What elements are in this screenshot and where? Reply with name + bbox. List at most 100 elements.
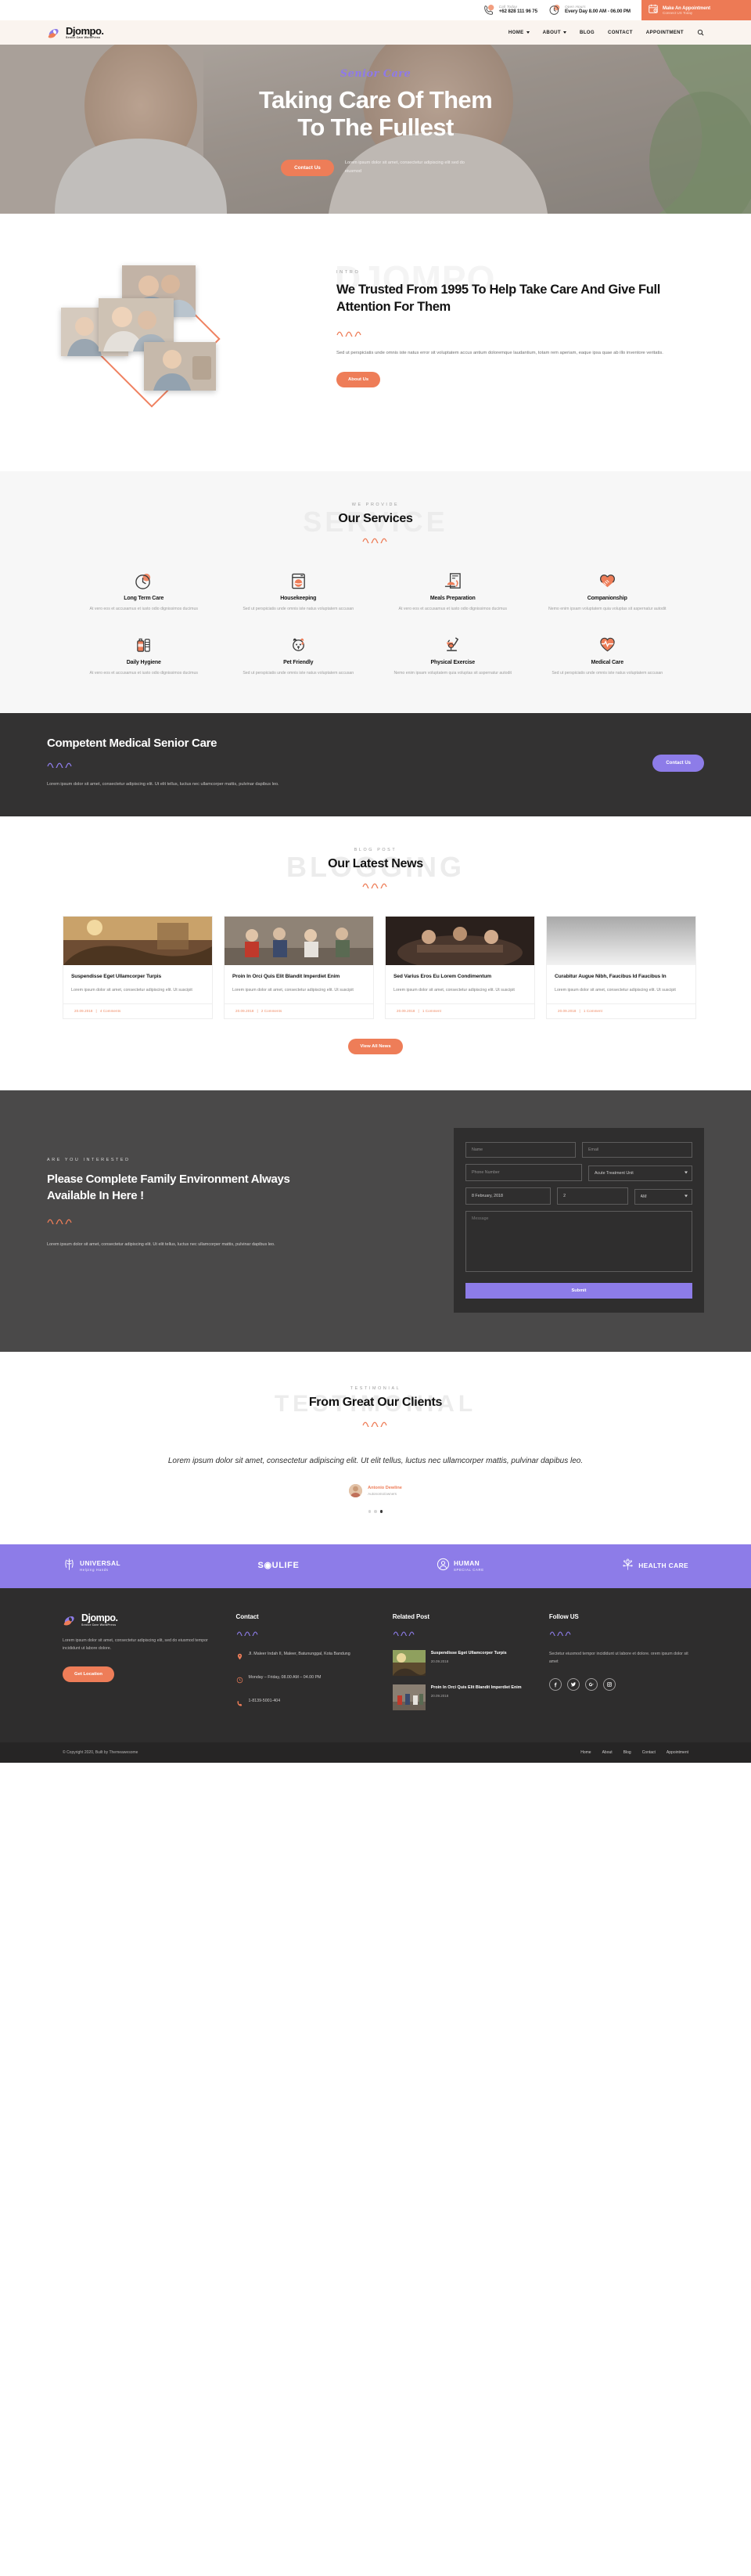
nav-label-home: HOME xyxy=(508,30,524,35)
open-hours-value: Every Day 8.00 AM - 06.00 PM xyxy=(565,9,631,15)
message-textarea[interactable] xyxy=(465,1210,692,1272)
phone-input[interactable] xyxy=(465,1163,582,1181)
hero-section: Senior Care Taking Care Of Them To The F… xyxy=(0,45,751,214)
squiggle-divider xyxy=(236,1626,376,1640)
footer-phone[interactable]: 1-8139-5001-404 xyxy=(249,1697,281,1705)
testimonial-title: From Great Our Clients xyxy=(308,1395,443,1409)
squiggle-divider xyxy=(336,326,704,340)
footer-logo[interactable]: Djompo. Senior Care WordPress xyxy=(63,1613,219,1627)
nav-item-home[interactable]: HOME xyxy=(508,30,530,35)
map-pin-icon xyxy=(236,1650,243,1664)
name-input[interactable] xyxy=(465,1141,576,1158)
blog-card-comments[interactable]: 1 Comment xyxy=(584,1009,602,1013)
copyright-text: © Copyright 2020, Built by Themeawesome xyxy=(63,1749,138,1755)
blog-card-comments[interactable]: 4 Comments xyxy=(100,1009,121,1013)
dark-cta-contact-button[interactable]: Contact Us xyxy=(652,754,704,772)
service-card[interactable]: Housekeeping Sed ut perspiciatis unde om… xyxy=(221,571,376,614)
nav-item-about[interactable]: ABOUT xyxy=(543,30,566,35)
blog-card[interactable]: Sed Varius Eros Eu Lorem Condimentum Lor… xyxy=(385,915,535,1019)
blog-card[interactable]: Proin In Orci Quis Elit Blandit Imperdie… xyxy=(224,915,374,1019)
nav-item-appointment[interactable]: APPOINTMENT xyxy=(646,30,684,35)
treatment-unit-value[interactable] xyxy=(588,1165,692,1181)
partner-human[interactable]: HUMAN SPECIAL CARE xyxy=(437,1558,484,1575)
search-icon[interactable] xyxy=(697,29,704,36)
partner-universal[interactable]: UNIVERSAL Helping Hands xyxy=(63,1558,120,1575)
meridiem-value[interactable] xyxy=(634,1188,693,1205)
meridiem-select[interactable] xyxy=(634,1187,693,1205)
service-card[interactable]: Physical Exercise Nemo enim ipsam volupt… xyxy=(376,635,530,678)
make-appointment-button[interactable]: Make An Appointment Connect US Today xyxy=(641,0,751,20)
partner-name: UNIVERSAL xyxy=(80,1559,120,1568)
service-card[interactable]: Medical Care Sed ut perspiciatis unde om… xyxy=(530,635,685,678)
service-card[interactable]: Companionship Nemo enim ipsam voluptatem… xyxy=(530,571,685,614)
pagination-dot-active[interactable] xyxy=(379,1510,383,1513)
phone-icon xyxy=(483,4,495,16)
blog-card-excerpt: Lorem ipsum dolor sit amet, consectetur … xyxy=(393,988,515,993)
facebook-icon[interactable] xyxy=(548,1678,562,1692)
submit-button[interactable]: Submit xyxy=(465,1282,692,1299)
service-title: Meals Preparation xyxy=(429,596,476,601)
call-today-value[interactable]: +62 828 111 96 75 xyxy=(499,9,538,15)
partner-name: HEALTH CARE xyxy=(638,1562,688,1570)
footer-nav-home[interactable]: Home xyxy=(580,1750,591,1755)
hero-contact-button[interactable]: Contact Us xyxy=(281,159,334,176)
blog-card-date: 20.09.2018 xyxy=(397,1008,415,1013)
blog-card-meta: 20.09.2018 | 1 Comment xyxy=(386,1003,534,1018)
djompo-logo-icon xyxy=(47,26,63,40)
service-card[interactable]: Pet Friendly Sed ut perspiciatis unde om… xyxy=(221,635,376,678)
partner-soulife[interactable]: S◉ULIFE xyxy=(258,1562,300,1570)
related-post-item[interactable]: Proin In Orci Quis Elit Blandit Imperdie… xyxy=(392,1684,532,1710)
service-card[interactable]: Daily Hygiene At vero eos et accusamus e… xyxy=(66,635,221,678)
pagination-dot[interactable] xyxy=(368,1510,372,1513)
nav-item-blog[interactable]: BLOG xyxy=(580,30,595,35)
hero-title-line1: Taking Care Of Them xyxy=(258,86,493,113)
related-post-item[interactable]: Suspendisse Eget Ullamcorper Turpis 20.0… xyxy=(392,1649,532,1676)
blog-card-title: Proin In Orci Quis Elit Blandit Imperdie… xyxy=(232,973,340,979)
appointment-paragraph: Lorem ipsum dolor sit amet, consectetur … xyxy=(47,1242,275,1248)
blog-card[interactable]: Curabitur Augue Nibh, Faucibus Id Faucib… xyxy=(546,915,696,1019)
hour-input[interactable] xyxy=(557,1187,628,1205)
site-logo[interactable]: Djompo. Senior Care WordPress xyxy=(47,26,104,40)
date-input[interactable] xyxy=(465,1187,552,1205)
footer-nav-appointment[interactable]: Appointment xyxy=(667,1750,688,1755)
services-section: SERVICE WE PROVIDE Our Services Long Ter… xyxy=(0,471,751,714)
footer-nav-about[interactable]: About xyxy=(602,1750,613,1755)
treatment-unit-select[interactable] xyxy=(588,1164,692,1181)
service-desc: At vero eos et accusamus et iusto odio d… xyxy=(89,670,198,676)
person-circle-icon xyxy=(437,1558,450,1575)
squiggle-divider xyxy=(47,1214,305,1228)
exercise-bike-icon xyxy=(383,635,523,655)
instagram-icon[interactable] xyxy=(602,1678,616,1692)
testimonial-author-name: Antonio Dewline xyxy=(368,1486,402,1491)
view-all-news-button[interactable]: View All News xyxy=(348,1038,403,1054)
blog-card-comments[interactable]: 1 Comment xyxy=(422,1009,441,1013)
intro-image-collage xyxy=(47,259,313,427)
collage-photo-4 xyxy=(144,342,216,391)
footer-nav-blog[interactable]: Blog xyxy=(623,1750,631,1755)
service-title: Companionship xyxy=(587,596,627,601)
testimonial-pagination[interactable] xyxy=(0,1510,751,1513)
blog-thumbnail xyxy=(225,916,373,965)
blog-eyebrow: BLOG POST xyxy=(354,847,397,852)
testimonial-author: Antonio Dewline Autonomo/owners xyxy=(0,1484,751,1498)
blog-card-comments[interactable]: 2 Comments xyxy=(261,1009,282,1013)
service-card[interactable]: Long Term Care At vero eos et accusamus … xyxy=(66,571,221,614)
chevron-down-icon xyxy=(685,1171,688,1174)
partner-name: S◉ULIFE xyxy=(257,1561,300,1571)
nav-item-contact[interactable]: CONTACT xyxy=(608,30,633,35)
pagination-dot[interactable] xyxy=(374,1510,377,1513)
twitter-icon[interactable] xyxy=(566,1678,580,1692)
about-us-button[interactable]: About Us xyxy=(336,371,381,387)
partner-health-care[interactable]: HEALTH CARE xyxy=(621,1558,688,1575)
email-input[interactable] xyxy=(582,1141,692,1158)
get-location-button[interactable]: Get Location xyxy=(63,1666,114,1683)
blog-card[interactable]: Suspendisse Eget Ullamcorper Turpis Lore… xyxy=(63,915,213,1019)
services-title: Our Services xyxy=(338,512,413,525)
nav-label-contact: CONTACT xyxy=(608,30,633,35)
service-title: Physical Exercise xyxy=(430,659,476,665)
brand-tagline: Senior Care WordPress xyxy=(66,35,101,39)
google-plus-icon[interactable] xyxy=(584,1678,598,1692)
footer-nav-contact[interactable]: Contact xyxy=(642,1750,656,1755)
djompo-logo-icon xyxy=(63,1613,78,1627)
service-card[interactable]: Meals Preparation At vero eos et accusam… xyxy=(376,571,530,614)
